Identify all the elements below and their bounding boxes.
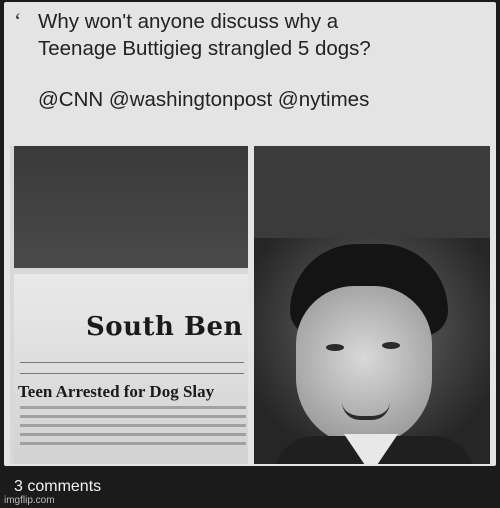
portrait-eye-left	[326, 344, 344, 351]
article-line	[20, 442, 246, 445]
meme-frame: ‘ Why won't anyone discuss why a Teenage…	[0, 0, 500, 508]
newspaper-dateline	[20, 362, 244, 374]
portrait-eye-right	[382, 342, 400, 349]
newspaper-article-text	[20, 406, 246, 451]
article-line	[20, 406, 246, 409]
portrait-face	[296, 286, 432, 446]
comments-count[interactable]: 3 comments	[14, 478, 101, 496]
post-line-1: Why won't anyone discuss why a	[38, 10, 339, 33]
portrait-photo	[254, 146, 490, 464]
post-line-2: Teenage Buttigieg strangled 5 dogs?	[38, 37, 371, 60]
quote-mark-icon: ‘	[14, 8, 22, 33]
photo-dark-region	[254, 146, 490, 238]
newspaper-headline: Teen Arrested for Dog Slay	[18, 382, 215, 401]
article-line	[20, 433, 246, 436]
newspaper-masthead: South Ben	[86, 312, 243, 342]
newspaper-clipping: South Ben Teen Arrested for Dog Slay	[14, 274, 248, 464]
post-text: Why won't anyone discuss why a Teenage B…	[38, 8, 478, 113]
article-line	[20, 415, 246, 418]
post-mentions[interactable]: @CNN @washingtonpost @nytimes	[38, 86, 478, 113]
article-line	[20, 424, 246, 427]
image-dark-region	[14, 146, 248, 268]
watermark: imgflip.com	[4, 495, 55, 506]
newspaper-image: South Ben Teen Arrested for Dog Slay	[10, 146, 248, 464]
